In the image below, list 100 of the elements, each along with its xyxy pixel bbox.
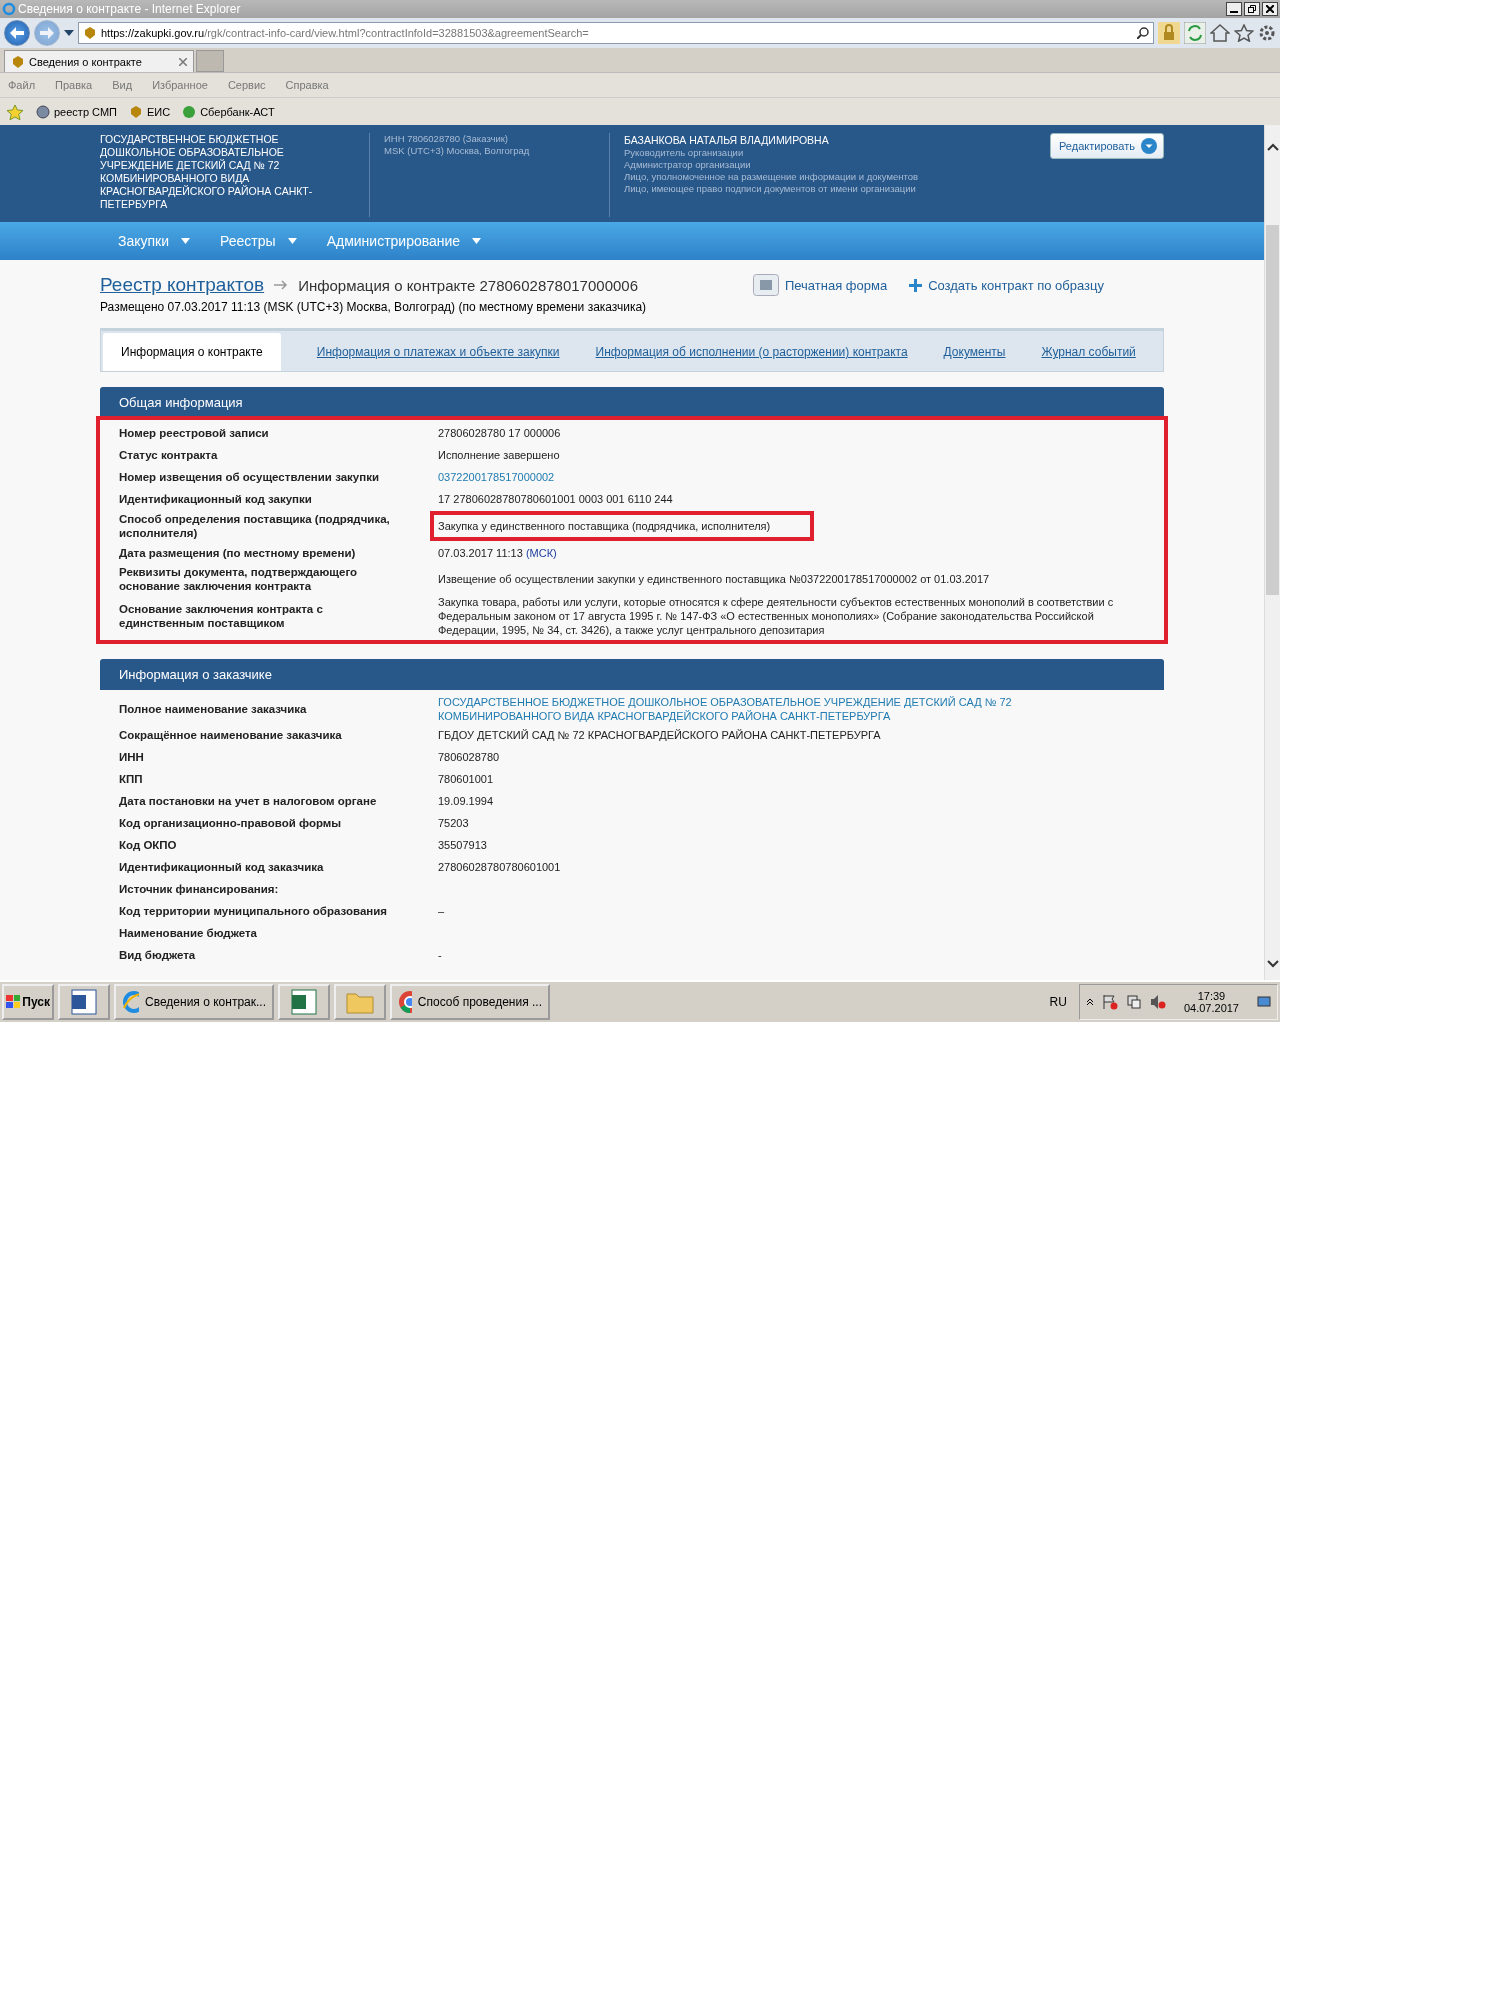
role-text: Лицо, имеющее право подписи документов от имени организации — [624, 183, 917, 195]
nav-menu-item[interactable]: Закупки — [118, 233, 191, 249]
field-label: Номер реестровой записи — [119, 426, 270, 440]
emblem-icon — [83, 26, 97, 40]
chevron-up-icon[interactable] — [1267, 143, 1279, 151]
search-icon[interactable] — [1137, 27, 1149, 39]
field-link[interactable]: ГОСУДАРСТВЕННОЕ БЮДЖЕТНОЕ ДОШКОЛЬНОЕ ОБРАЗОВАТЕЛЬНОЕ УЧРЕЖДЕНИЕ ДЕТСКИЙ САД № 72 КОМБИНИРОВАННОГО ВИДА КРАСНОГВАРДЕЙСКОГО РАЙОНА САНКТ-ПЕТЕРБУРГА — [438, 695, 1138, 723]
minimize-button[interactable] — [1226, 2, 1242, 16]
browser-tab[interactable]: Сведения о контракте — [4, 50, 194, 72]
arrow-right-icon — [40, 27, 54, 39]
home-icon[interactable] — [1210, 24, 1230, 42]
star-icon[interactable] — [1234, 24, 1254, 42]
tab[interactable]: Журнал событий — [1041, 333, 1136, 371]
windows-logo-icon — [6, 995, 21, 1009]
nav-menu-item[interactable]: Реестры — [220, 233, 297, 249]
field-label: Код территории муниципального образования — [119, 904, 389, 918]
field-value: Закупка товара, работы или услуги, которые относятся к сфере деятельности субъектов естественных монополий в соответствии с Федеральным законом от 17 августа 1995 г. № 147-ФЗ «О естественных монополиях» (Собрание законодательства Российской Федерации, 1995, № 34, ст. 3426), а также услуг центрального депозитария — [438, 595, 1115, 637]
field-value: 27806028780780601001 — [438, 860, 561, 874]
registry-link[interactable]: Реестр контрактов — [100, 274, 265, 296]
field-label: Полное наименование заказчика — [119, 702, 308, 716]
role-text: Руководитель организации — [624, 147, 745, 159]
address-field[interactable]: https://zakupki.gov.ru/rgk/contract-info-card/view.html?contractInfoId=32881503&agreementSearch= — [78, 22, 1154, 44]
restore-button[interactable] — [1244, 2, 1260, 16]
action-link[interactable]: Печатная форма — [752, 274, 888, 296]
caret-icon — [1141, 138, 1157, 154]
start-button[interactable]: Пуск — [2, 984, 54, 1020]
flag-icon[interactable] — [1101, 994, 1118, 1010]
close-icon[interactable] — [179, 57, 187, 66]
field-value: - — [438, 948, 442, 962]
plus-icon — [909, 278, 923, 292]
field-label: Основание заключения контракта с единственным поставщиком — [119, 602, 324, 630]
settings-icon[interactable] — [1258, 24, 1276, 42]
caret-icon — [181, 238, 191, 244]
section-header: Общая информация — [100, 387, 1164, 418]
menu-item[interactable]: Избранное — [152, 79, 208, 91]
back-button[interactable] — [4, 20, 30, 46]
close-button[interactable] — [1262, 2, 1278, 16]
caret-icon — [287, 238, 297, 244]
favorite-link[interactable]: ЕИС — [128, 104, 171, 119]
section-header: Информация о заказчике — [100, 659, 1164, 690]
field-value: Исполнение завершено — [438, 448, 560, 462]
chevron-down-icon[interactable] — [1267, 960, 1279, 968]
inn-text: ИНН 7806028780 (Заказчик) — [384, 133, 509, 145]
action-link[interactable]: Создать контракт по образцу — [909, 274, 1104, 296]
window-title: Сведения о контракте - Internet Explorer — [18, 2, 242, 16]
field-value: 7806028780 — [438, 750, 500, 764]
field-value: Закупка у единственного поставщика (подрядчика, исполнителя) — [438, 519, 771, 533]
field-label: Код организационно-правовой формы — [119, 816, 343, 830]
page-title: Информация о контракте 2780602878017000006 — [298, 276, 638, 294]
scrollbar-thumb[interactable] — [1266, 225, 1279, 595]
excel-icon — [290, 989, 318, 1015]
menu-item[interactable]: Правка — [55, 79, 93, 91]
favorite-link[interactable]: реестр СМП — [36, 104, 117, 119]
field-label: Код ОКПО — [119, 838, 178, 852]
tab[interactable]: Информация об исполнении (о расторжении) контракта — [595, 333, 908, 371]
word-icon — [70, 989, 98, 1015]
arrow-left-icon — [10, 27, 24, 39]
menu-item[interactable]: Сервис — [227, 79, 266, 91]
favorite-link[interactable]: Сбербанк-АСТ — [182, 104, 275, 119]
tab[interactable]: Информация о платежах и объекте закупки — [316, 333, 560, 371]
timezone-text: MSK (UTC+3) Москва, Волгоград — [384, 145, 531, 157]
nav-menu-item[interactable]: Администрирование — [326, 233, 482, 249]
refresh-icon[interactable] — [1184, 22, 1206, 44]
taskbar-item[interactable] — [58, 984, 110, 1020]
field-link[interactable]: 0372200178517000002 — [438, 470, 555, 484]
folder-icon — [346, 990, 374, 1014]
tab-title: Сведения о контракте — [29, 55, 143, 68]
field-label: Номер извещения об осуществлении закупки — [119, 470, 380, 484]
field-label: Вид бюджета — [119, 948, 197, 962]
clock[interactable]: 17:39 04.07.2017 — [1183, 990, 1239, 1014]
caret-icon — [472, 238, 482, 244]
edit-button[interactable]: Редактировать — [1050, 133, 1164, 159]
chrome-icon — [398, 990, 412, 1014]
field-label: Дата постановки на учет в налоговом органе — [119, 794, 378, 808]
menu-item[interactable]: Вид — [112, 79, 133, 91]
tab[interactable]: Документы — [943, 333, 1006, 371]
posted-date: Размещено 07.03.2017 11:13 (MSK (UTC+3) Москва, Волгоград) (по местному времени заказчика) — [100, 300, 648, 314]
field-label: Сокращённое наименование заказчика — [119, 728, 343, 742]
menu-item[interactable]: Справка — [285, 79, 329, 91]
language-indicator[interactable]: RU — [1049, 995, 1067, 1009]
field-value: 35507913 — [438, 838, 487, 852]
restore-icon — [1248, 5, 1256, 13]
field-label: КПП — [119, 772, 144, 786]
network-icon[interactable] — [1125, 994, 1142, 1010]
speaker-icon[interactable] — [1149, 994, 1166, 1010]
taskbar-item[interactable]: Сведения о контрак... — [114, 984, 274, 1020]
favorites-star-icon[interactable] — [6, 103, 24, 120]
field-label: Статус контракта — [119, 448, 219, 462]
field-value: Извещение об осуществлении закупки у единственного поставщика №0372200178517000002 от 01.03.2017 — [438, 572, 990, 586]
emblem-icon — [11, 54, 25, 69]
desktop-icon[interactable] — [1257, 995, 1271, 1009]
dropdown-icon[interactable] — [64, 30, 74, 36]
taskbar-item[interactable]: Способ проведения ... — [390, 984, 550, 1020]
field-label: Дата размещения (по местному времени) — [119, 546, 357, 560]
taskbar-item[interactable] — [278, 984, 330, 1020]
chevron-up-icon[interactable] — [1085, 998, 1094, 1006]
field-value: 17 27806028780780601001 0003 001 6110 244 — [438, 492, 673, 506]
tab[interactable]: Информация о контракте — [103, 333, 281, 371]
field-label: Источник финансирования: — [119, 882, 280, 896]
menu-item[interactable]: Файл — [8, 79, 36, 91]
